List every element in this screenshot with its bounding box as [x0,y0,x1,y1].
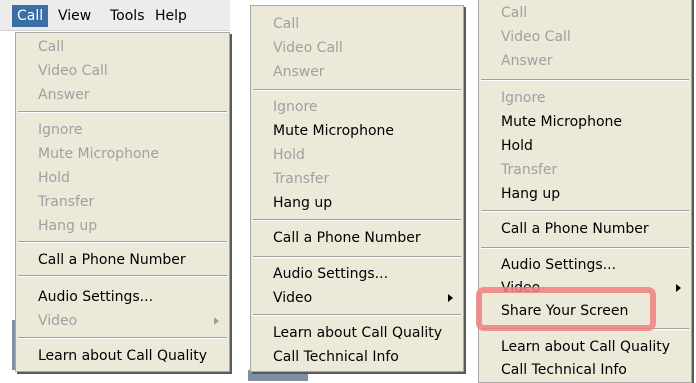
menu-item-hold: Hold [273,147,305,163]
chevron-right-icon [676,284,681,292]
menu-separator [18,241,227,243]
menu-item-learn-call-quality[interactable]: Learn about Call Quality [479,335,691,359]
menubar-item-view[interactable]: View [53,5,96,27]
menu-item-call-phone-number[interactable]: Call a Phone Number [251,226,463,250]
menu-item-answer: Answer [273,64,325,80]
menu-item-ignore: Ignore [501,90,546,106]
menu-item-audio-settings[interactable]: Audio Settings... [251,262,463,286]
menu-item-ignore: Ignore [38,122,83,138]
menu-item-audio-settings[interactable]: Audio Settings... [479,253,691,277]
menubar: Call View Tools Help [0,0,230,31]
menu-item-learn-call-quality[interactable]: Learn about Call Quality [16,344,229,368]
menu-item-video-label: Video [38,313,78,329]
menu-item-video-label: Video [273,290,313,306]
menu-item-mute-microphone: Mute Microphone [38,146,159,162]
menu-item-call: Call [273,16,300,32]
menubar-item-call[interactable]: Call [12,5,49,27]
menu-item-hang-up[interactable]: Hang up [251,191,463,215]
menu-item-learn-call-quality[interactable]: Learn about Call Quality [251,321,463,345]
menu-item-call-technical-info[interactable]: Call Technical Info [251,345,463,369]
menu-item-video: Video [16,309,229,333]
menu-separator [253,219,461,221]
menu-item-call: Call [38,39,65,55]
menu-item-hold[interactable]: Hold [479,134,691,158]
menu-item-transfer: Transfer [38,194,95,210]
menu-item-answer: Answer [501,53,553,69]
menu-item-mute-microphone[interactable]: Mute Microphone [479,110,691,134]
menu-item-video-label: Video [501,280,541,296]
menu-item-mute-microphone[interactable]: Mute Microphone [251,119,463,143]
menu-item-share-your-screen[interactable]: Share Your Screen [479,299,691,323]
menu-item-video-call: Video Call [501,29,571,45]
menu-item-hold: Hold [38,170,70,186]
menubar-item-help[interactable]: Help [150,5,192,27]
menu-item-audio-settings[interactable]: Audio Settings... [16,285,229,309]
menu-item-call-phone-number[interactable]: Call a Phone Number [479,217,691,241]
menu-separator [481,328,689,330]
chevron-right-icon [214,317,219,325]
menu-separator [481,247,689,249]
call-menu-1: Call Video Call Answer Ignore Mute Micro… [15,32,230,372]
menu-item-call-phone-number[interactable]: Call a Phone Number [16,248,229,272]
menu-separator [481,210,689,212]
menu-item-call: Call [501,5,528,21]
menu-item-transfer: Transfer [501,162,558,178]
menu-separator [253,89,461,91]
menu-item-transfer: Transfer [273,171,330,187]
menu-item-video-call: Video Call [38,63,108,79]
menu-item-ignore: Ignore [273,99,318,115]
menu-separator [253,314,461,316]
call-menu-2: Call Video Call Answer Ignore Mute Micro… [250,5,464,372]
menu-separator [481,79,689,81]
menu-separator [18,275,227,277]
menu-item-hang-up[interactable]: Hang up [479,182,691,206]
menu-separator [18,337,227,339]
menu-item-video-call: Video Call [273,40,343,56]
menu-separator [18,111,227,113]
chevron-right-icon [448,294,453,302]
menu-separator [253,256,461,258]
menu-item-answer: Answer [38,87,90,103]
menu-item-call-technical-info[interactable]: Call Technical Info [479,358,691,382]
call-menu-3: Call Video Call Answer Ignore Mute Micro… [478,0,692,383]
menubar-item-tools[interactable]: Tools [105,5,150,27]
menu-item-video[interactable]: Video [479,276,691,300]
menu-item-hang-up: Hang up [38,218,98,234]
menu-item-video[interactable]: Video [251,286,463,310]
